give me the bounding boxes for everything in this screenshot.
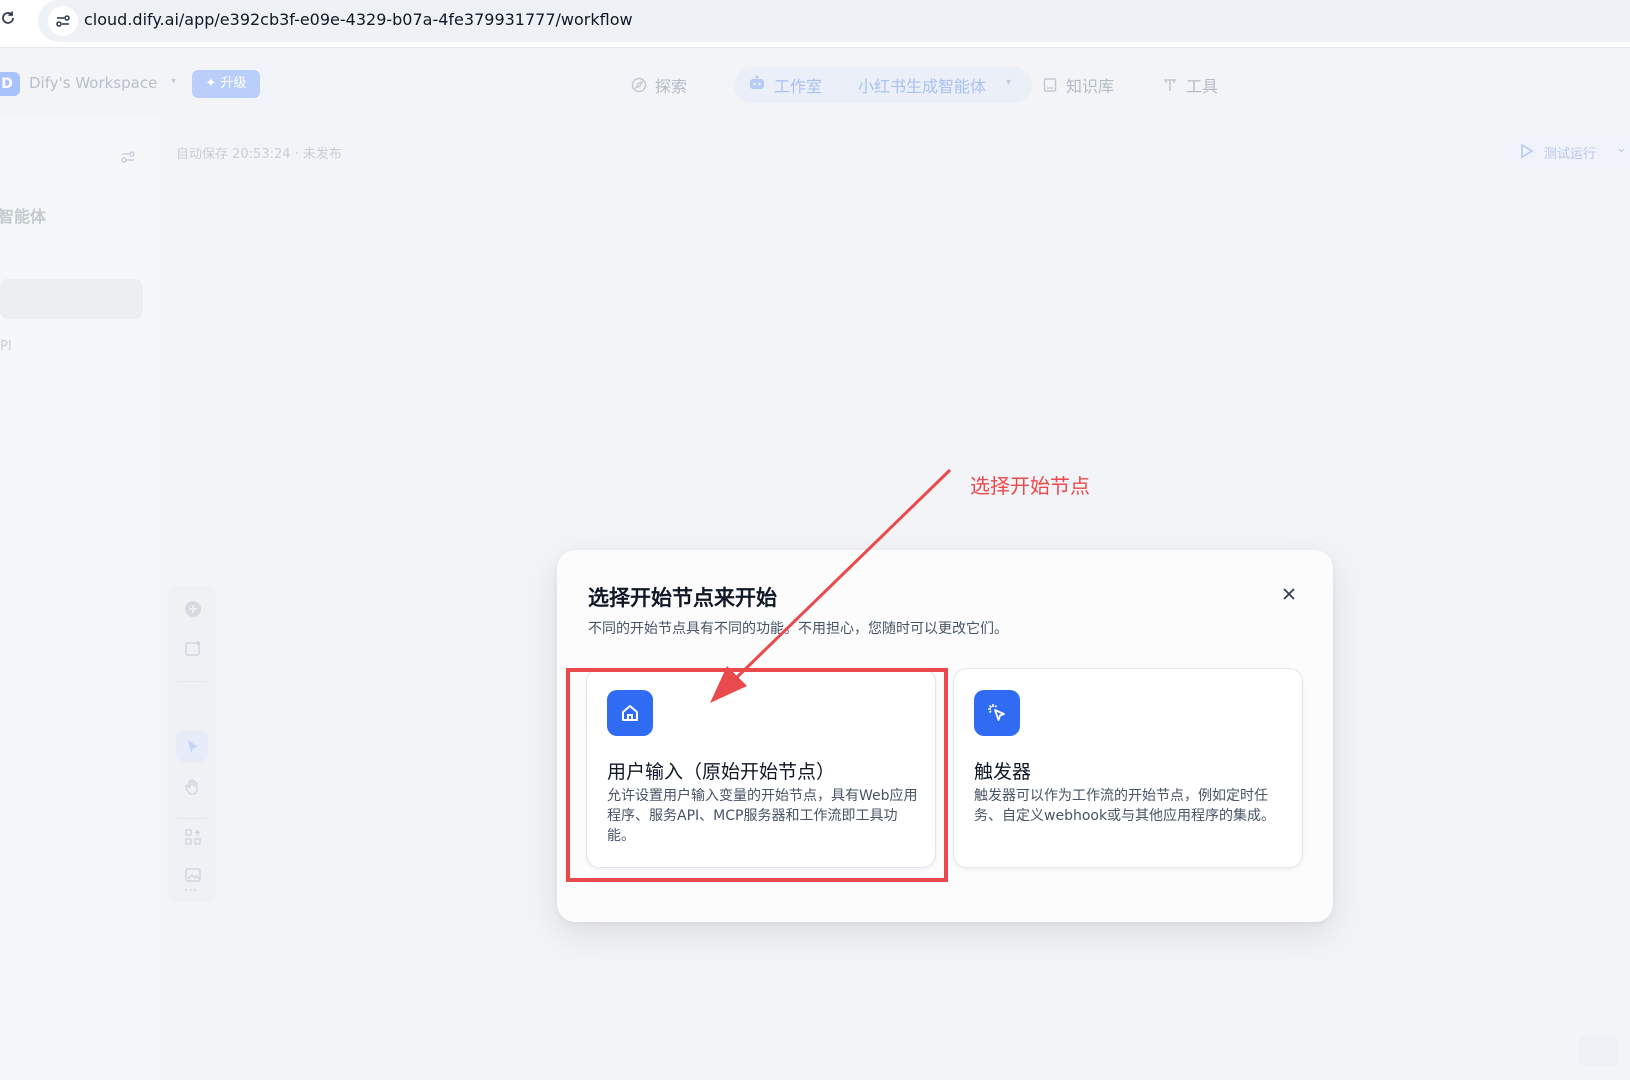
browser-toolbar: cloud.dify.ai/app/e392cb3f-e09e-4329-b07… (0, 0, 1630, 48)
autosave-status: 自动保存 20:53:24 · 未发布 (176, 147, 342, 162)
reload-icon[interactable] (0, 8, 18, 34)
book-icon (1042, 77, 1058, 93)
current-app-selector[interactable]: 小红书生成智能体 (858, 73, 986, 97)
nav-knowledge[interactable]: 知识库 (1042, 73, 1114, 97)
nav-tools[interactable]: 工具 (1162, 73, 1218, 97)
workspace-avatar[interactable]: D (0, 72, 20, 96)
robot-icon (748, 75, 766, 95)
option-description: 触发器可以作为工作流的开始节点，例如定时任务、自定义webhook或与其他应用程… (974, 788, 1276, 824)
sidebar-app-name: 智能体 (0, 207, 47, 226)
option-title: 触发器 (974, 761, 1032, 783)
sidebar-item-orchestrate[interactable] (0, 279, 143, 319)
play-icon (1520, 143, 1534, 163)
hand-icon[interactable] (184, 778, 202, 796)
trigger-cursor-icon (974, 690, 1020, 736)
organize-blocks-icon[interactable] (184, 828, 202, 846)
add-node-icon[interactable] (184, 600, 202, 618)
modal-subtitle: 不同的开始节点具有不同的功能。不用担心，您随时可以更改它们。 (588, 621, 1008, 637)
workspace-name[interactable]: Dify's Workspace (29, 74, 157, 92)
modal-title: 选择开始节点来开始 (588, 586, 777, 610)
nav-studio[interactable]: 工作室 (748, 73, 822, 97)
left-sidebar: 智能体 PI (0, 119, 160, 1080)
nav-tools-label: 工具 (1186, 77, 1219, 96)
more-icon[interactable]: ··· (184, 884, 202, 898)
close-icon[interactable] (1277, 582, 1301, 606)
upgrade-button[interactable]: ✦ 升级 (192, 70, 260, 98)
compass-icon (631, 77, 647, 93)
annotation-highlight-box (566, 668, 948, 882)
chevron-down-icon[interactable]: ⌄ (1616, 141, 1627, 156)
annotation-label: 选择开始节点 (970, 474, 1090, 498)
tools-icon (1162, 77, 1178, 93)
export-image-icon[interactable] (184, 866, 202, 884)
nav-explore-label: 探索 (655, 77, 688, 96)
test-run-label: 测试运行 (1544, 147, 1597, 162)
nav-explore[interactable]: 探索 (631, 73, 687, 97)
chevron-down-icon[interactable]: ▾ (171, 76, 176, 87)
chevron-down-icon[interactable]: ▾ (1006, 77, 1011, 88)
minimap-toggle[interactable] (1578, 1036, 1618, 1066)
test-run-button[interactable]: 测试运行 ⌄ (1504, 137, 1630, 167)
url-text[interactable]: cloud.dify.ai/app/e392cb3f-e09e-4329-b07… (84, 10, 633, 29)
pointer-icon[interactable] (184, 738, 202, 756)
canvas-toolbar: ··· (168, 586, 216, 902)
sidebar-item-api[interactable]: PI (0, 339, 12, 354)
trigger-start-option[interactable]: 触发器 触发器可以作为工作流的开始节点，例如定时任务、自定义webhook或与其… (953, 668, 1303, 868)
nav-knowledge-label: 知识库 (1066, 77, 1115, 96)
address-bar[interactable]: cloud.dify.ai/app/e392cb3f-e09e-4329-b07… (38, 0, 1630, 42)
toolbar-divider (178, 818, 206, 819)
nav-studio-label: 工作室 (774, 77, 823, 96)
add-note-icon[interactable] (184, 640, 202, 658)
settings-sliders-icon[interactable] (120, 149, 136, 169)
toolbar-divider (178, 681, 206, 682)
site-settings-icon[interactable] (48, 6, 78, 36)
